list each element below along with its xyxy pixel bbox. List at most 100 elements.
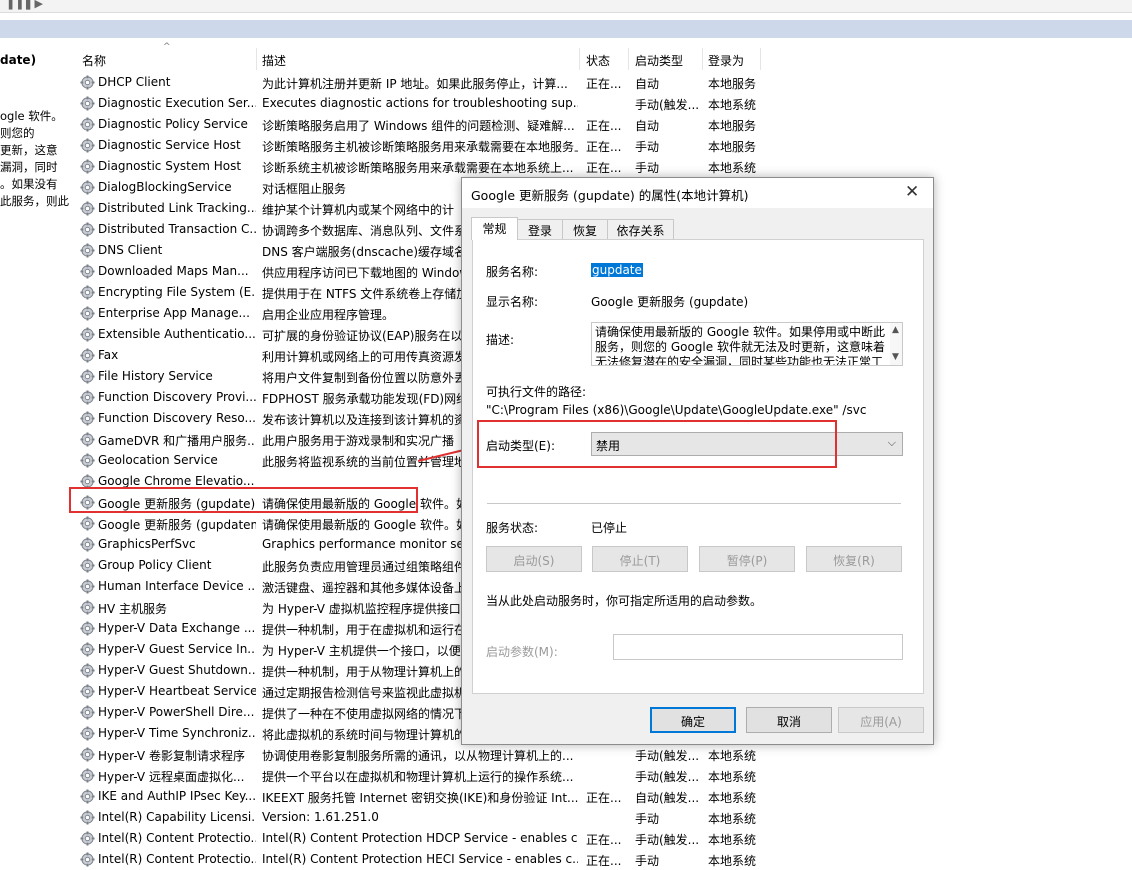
table-row[interactable]: Intel(R) Content Protectio... Intel(R) Co… — [70, 849, 770, 870]
service-gear-icon — [80, 432, 95, 447]
service-name-cell: File History Service — [98, 369, 213, 383]
table-row[interactable]: IKE and AuthIP IPsec Key... IKEEXT 服务托管 I… — [70, 786, 770, 807]
tab-dependencies[interactable]: 依存关系 — [607, 219, 674, 239]
service-gear-icon — [80, 222, 95, 237]
service-logon-cell: 本地系统 — [708, 833, 757, 847]
service-description-cell: IKEEXT 服务托管 Internet 密钥交换(IKE)和身份验证 Int.… — [262, 791, 578, 805]
service-gear-icon — [80, 264, 95, 279]
service-startup-cell: 手动(触发... — [635, 770, 700, 784]
service-startup-cell: 手动 — [635, 140, 660, 154]
service-gear-icon — [80, 138, 95, 153]
service-status-cell: 正在... — [586, 77, 622, 91]
service-gear-icon — [80, 180, 95, 195]
restart-icon[interactable]: ▌▶ — [26, 0, 43, 10]
chevron-down-icon[interactable]: ⌵ — [888, 436, 896, 450]
service-status-cell: 正在... — [586, 854, 622, 868]
service-gear-icon — [80, 285, 95, 300]
ok-button[interactable]: 确定 — [650, 707, 736, 733]
service-name-cell: Hyper-V Guest Shutdown... — [98, 663, 256, 677]
service-description-cell: 协调使用卷影复制服务所需的通讯，以从物理计算机上的... — [262, 749, 574, 763]
service-logon-cell: 本地系统 — [708, 749, 757, 763]
table-row[interactable]: Intel(R) Capability Licensi... Version: 1… — [70, 807, 770, 828]
tab-recovery[interactable]: 恢复 — [562, 219, 608, 239]
service-startup-cell: 手动 — [635, 161, 660, 175]
service-gear-icon — [80, 684, 95, 699]
column-divider[interactable] — [256, 48, 257, 70]
table-row[interactable]: Hyper-V 卷影复制请求程序 协调使用卷影复制服务所需的通讯，以从物理计算机上… — [70, 744, 770, 765]
stop-button[interactable]: 停止(T) — [592, 546, 688, 572]
service-name-cell: Diagnostic Policy Service — [98, 117, 248, 131]
scroll-down-icon[interactable]: ▼ — [892, 352, 899, 362]
start-button[interactable]: 启动(S) — [486, 546, 582, 572]
tab-general[interactable]: 常规 — [471, 217, 518, 240]
pause-button[interactable]: 暂停(P) — [699, 546, 795, 572]
service-description-cell: 诊断策略服务启用了 Windows 组件的问题检测、疑难解... — [262, 119, 575, 133]
service-gear-icon — [80, 75, 95, 90]
service-name-selected-text[interactable]: gupdate — [591, 263, 643, 277]
service-gear-icon — [80, 453, 95, 468]
service-gear-icon — [80, 201, 95, 216]
service-status-cell: 正在... — [586, 833, 622, 847]
column-header-name[interactable]: 名称 — [82, 52, 106, 69]
table-row[interactable]: Intel(R) Content Protectio... Intel(R) Co… — [70, 828, 770, 849]
service-name-cell: Fax — [98, 348, 119, 362]
description-scrollbar[interactable]: ▲ ▼ — [890, 323, 902, 365]
scroll-up-icon[interactable]: ▲ — [892, 325, 899, 335]
service-status-cell: 正在... — [586, 119, 622, 133]
column-divider[interactable] — [760, 48, 761, 70]
service-gear-icon — [80, 642, 95, 657]
service-description-cell: Version: 1.61.251.0 — [262, 810, 379, 824]
executable-path-label: 可执行文件的路径: — [486, 385, 587, 399]
service-gear-icon — [80, 747, 95, 762]
service-name-cell: Group Policy Client — [98, 558, 212, 572]
service-gear-icon — [80, 516, 95, 531]
service-gear-icon — [80, 96, 95, 111]
service-gear-icon — [80, 243, 95, 258]
description-textbox[interactable]: 请确保使用最新版的 Google 软件。如果停用或中断此服务，则您的 Googl… — [591, 322, 903, 366]
service-name-value[interactable]: gupdate — [591, 263, 643, 277]
start-parameters-input[interactable] — [613, 634, 903, 660]
service-name-cell: Diagnostic Execution Ser... — [98, 96, 256, 110]
service-startup-cell: 手动(触发... — [635, 98, 700, 112]
service-name-cell: Function Discovery Provi... — [98, 390, 256, 404]
column-divider[interactable] — [579, 48, 580, 70]
service-name-cell: Hyper-V Heartbeat Service — [98, 684, 256, 698]
executable-path-value: "C:\Program Files (x86)\Google\Update\Go… — [486, 403, 867, 417]
column-divider[interactable] — [702, 48, 703, 70]
table-row[interactable]: Diagnostic Service Host 诊断策略服务主机被诊断策略服务用来… — [70, 135, 770, 156]
cancel-button[interactable]: 取消 — [746, 707, 832, 733]
service-name-cell: Downloaded Maps Man... — [98, 264, 249, 278]
apply-button[interactable]: 应用(A) — [838, 707, 924, 733]
service-logon-cell: 本地服务 — [708, 77, 757, 91]
service-description-cell: 为此计算机注册并更新 IP 地址。如果此服务停止，计算... — [262, 77, 568, 91]
table-row[interactable]: Diagnostic System Host 诊断系统主机被诊断策略服务用来承载需… — [70, 156, 770, 177]
column-header-description[interactable]: 描述 — [262, 52, 286, 69]
service-logon-cell: 本地系统 — [708, 812, 757, 826]
column-divider[interactable] — [628, 48, 629, 70]
display-name-label: 显示名称: — [486, 295, 539, 309]
table-row[interactable]: DHCP Client 为此计算机注册并更新 IP 地址。如果此服务停止，计算..… — [70, 72, 770, 93]
resume-button[interactable]: 恢复(R) — [806, 546, 902, 572]
service-name-cell: Hyper-V 远程桌面虚拟化... — [98, 770, 245, 784]
service-name-cell: Function Discovery Reso... — [98, 411, 256, 425]
tab-logon[interactable]: 登录 — [517, 219, 563, 239]
display-name-value[interactable]: Google 更新服务 (gupdate) — [591, 293, 748, 310]
table-row[interactable]: Diagnostic Policy Service 诊断策略服务启用了 Windo… — [70, 114, 770, 135]
service-gear-icon — [80, 390, 95, 405]
table-row[interactable]: Hyper-V 远程桌面虚拟化... 提供一个平台以在虚拟机和物理计算机上运行的操… — [70, 765, 770, 786]
pause-icon[interactable]: ❚❚ — [6, 0, 24, 10]
column-header-startup-type[interactable]: 启动类型 — [635, 52, 683, 69]
description-line: ogle 软件。 — [0, 109, 63, 123]
service-status-cell: 正在... — [586, 140, 622, 154]
column-header-status[interactable]: 状态 — [586, 52, 610, 69]
column-header-logon-as[interactable]: 登录为 — [708, 52, 744, 69]
service-name-cell: Diagnostic Service Host — [98, 138, 241, 152]
table-row[interactable]: Diagnostic Execution Ser... Executes diag… — [70, 93, 770, 114]
service-gear-icon — [80, 789, 95, 804]
service-name-cell: Hyper-V Data Exchange ... — [98, 621, 256, 635]
close-icon[interactable]: ✕ — [905, 182, 919, 202]
dialog-titlebar[interactable]: Google 更新服务 (gupdate) 的属性(本地计算机) ✕ — [462, 178, 933, 208]
service-gear-icon — [80, 411, 95, 426]
service-gear-icon — [80, 705, 95, 720]
service-gear-icon — [80, 117, 95, 132]
